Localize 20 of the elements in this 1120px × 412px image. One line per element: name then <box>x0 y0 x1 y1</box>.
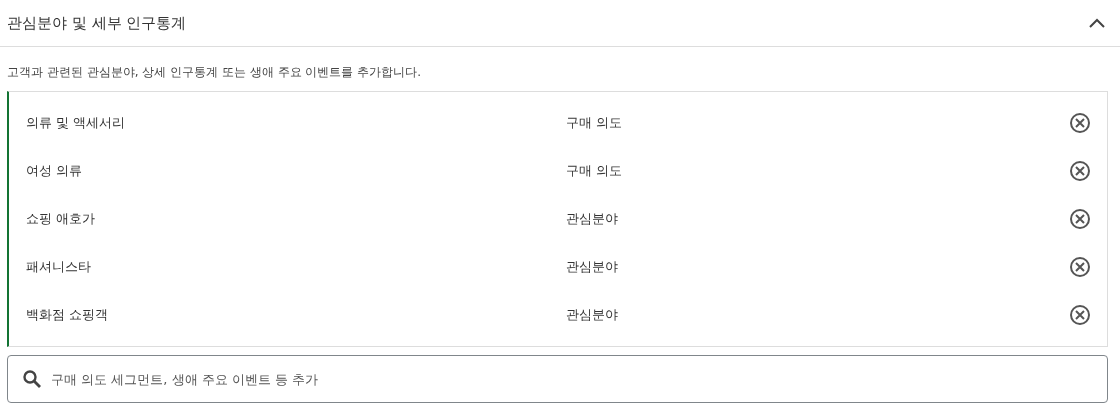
search-icon <box>22 369 42 389</box>
audience-name: 백화점 쇼핑객 <box>26 306 110 324</box>
remove-icon[interactable] <box>1069 304 1091 326</box>
audience-type: 구매 의도 <box>566 162 624 180</box>
audience-name: 여성 의류 <box>26 162 84 180</box>
audience-name: 의류 및 액세서리 <box>26 114 127 132</box>
audience-name: 쇼핑 애호가 <box>26 210 97 228</box>
audience-name: 패셔니스타 <box>26 258 92 276</box>
description-text: 고객과 관련된 관심분야, 상세 인구통계 또는 생애 주요 이벤트를 추가합니다. <box>7 64 422 81</box>
audience-type: 관심분야 <box>566 210 619 228</box>
collapse-icon[interactable] <box>1088 17 1106 29</box>
remove-icon[interactable] <box>1069 256 1091 278</box>
audience-type: 관심분야 <box>566 258 619 276</box>
audience-type: 구매 의도 <box>566 114 624 132</box>
remove-icon[interactable] <box>1069 160 1091 182</box>
search-field[interactable]: 구매 의도 세그먼트, 생애 주요 이벤트 등 추가 <box>7 355 1108 403</box>
remove-icon[interactable] <box>1069 208 1091 230</box>
remove-icon[interactable] <box>1069 112 1091 134</box>
section-title: 관심분야 및 세부 인구통계 <box>7 13 187 33</box>
audience-type: 관심분야 <box>566 306 619 324</box>
